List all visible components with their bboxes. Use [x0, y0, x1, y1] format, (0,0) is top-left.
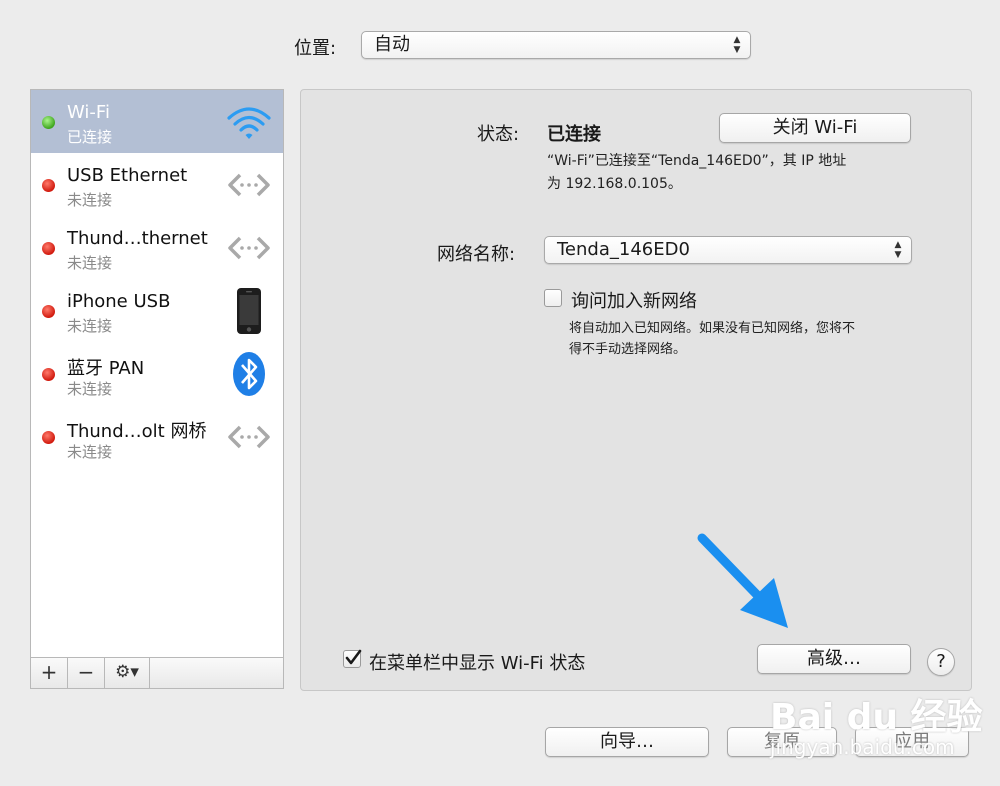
network-name-value: Tenda_146ED0 — [557, 239, 690, 260]
ethernet-icon — [228, 236, 270, 260]
service-status: 未连接 — [67, 317, 113, 335]
detail-panel: 状态: 已连接 关闭 Wi-Fi “Wi-Fi”已连接至“Tenda_146ED… — [300, 89, 972, 691]
service-name: Thund…olt 网桥 — [67, 421, 207, 442]
service-name: 蓝牙 PAN — [67, 358, 145, 379]
status-dot-red — [42, 431, 55, 444]
advanced-button[interactable]: 高级… — [757, 644, 911, 674]
status-dot-red — [42, 368, 55, 381]
updown-arrows-icon: ▲ ▼ — [894, 240, 902, 260]
ethernet-icon — [228, 425, 270, 449]
ethernet-icon — [228, 173, 270, 197]
status-label: 状态: — [477, 124, 520, 145]
service-item-bluetooth-pan[interactable]: 蓝牙 PAN 未连接 — [31, 342, 283, 405]
status-dot-green — [42, 116, 55, 129]
turn-off-wifi-button[interactable]: 关闭 Wi-Fi — [719, 113, 911, 143]
annotation-arrow-icon — [697, 533, 788, 628]
service-item-usb-ethernet[interactable]: USB Ethernet 未连接 — [31, 153, 283, 216]
service-item-wifi[interactable]: Wi-Fi 已连接 — [31, 90, 283, 153]
service-status: 未连接 — [67, 380, 113, 398]
location-popup[interactable]: 自动 ▲ ▼ — [361, 31, 751, 59]
ask-join-checkbox[interactable] — [544, 289, 562, 307]
location-value: 自动 — [374, 34, 410, 55]
service-name: Wi-Fi — [67, 102, 110, 123]
network-name-popup[interactable]: Tenda_146ED0 ▲ ▼ — [544, 236, 912, 264]
status-dot-red — [42, 179, 55, 192]
status-value: 已连接 — [547, 124, 601, 145]
status-description-line1: “Wi-Fi”已连接至“Tenda_146ED0”，其 IP 地址 — [547, 153, 847, 169]
ask-join-description-line2: 得不手动选择网络。 — [569, 342, 687, 357]
assist-button[interactable]: 向导… — [545, 727, 709, 757]
show-wifi-status-label: 在菜单栏中显示 Wi-Fi 状态 — [369, 653, 586, 674]
service-status: 未连接 — [67, 191, 113, 209]
service-status: 未连接 — [67, 443, 113, 461]
ask-join-description-line1: 将自动加入已知网络。如果没有已知网络，您将不 — [569, 321, 856, 336]
help-button[interactable]: ? — [927, 648, 955, 676]
status-dot-red — [42, 305, 55, 318]
status-description-line2: 为 192.168.0.105。 — [547, 176, 682, 192]
updown-arrows-icon: ▲ ▼ — [733, 35, 741, 55]
service-item-thunderbolt-ethernet[interactable]: Thund…thernet 未连接 — [31, 216, 283, 279]
bluetooth-icon — [233, 352, 265, 396]
iphone-icon — [237, 288, 261, 334]
add-service-button[interactable]: + — [31, 658, 68, 688]
service-item-thunderbolt-bridge[interactable]: Thund…olt 网桥 未连接 — [31, 405, 283, 468]
service-name: iPhone USB — [67, 291, 171, 312]
baidu-watermark: Bai du 经验 — [770, 697, 983, 738]
service-name: Thund…thernet — [67, 228, 208, 249]
service-list[interactable]: Wi-Fi 已连接 USB Ethernet 未连接 Thund…thernet… — [30, 89, 284, 689]
service-status: 已连接 — [67, 128, 113, 146]
ask-join-label: 询问加入新网络 — [571, 291, 697, 312]
location-label: 位置: — [294, 38, 337, 59]
wifi-icon — [227, 107, 271, 139]
service-name: USB Ethernet — [67, 165, 188, 186]
gear-menu-button[interactable]: ⚙▾ — [105, 658, 150, 688]
network-name-label: 网络名称: — [437, 244, 516, 265]
service-list-toolbar: + − ⚙▾ — [31, 657, 283, 688]
checkmark-icon — [345, 649, 362, 665]
service-item-iphone-usb[interactable]: iPhone USB 未连接 — [31, 279, 283, 342]
remove-service-button[interactable]: − — [68, 658, 105, 688]
status-dot-red — [42, 242, 55, 255]
baidu-watermark-url: jingyan.baidu.com — [770, 735, 955, 759]
service-status: 未连接 — [67, 254, 113, 272]
show-wifi-status-checkbox[interactable] — [343, 649, 362, 668]
